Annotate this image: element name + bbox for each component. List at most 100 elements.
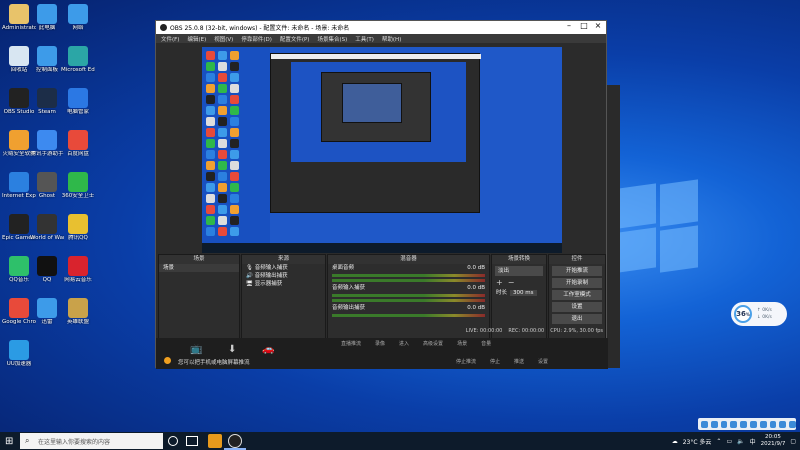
start-recording-button[interactable]: 开始录制 xyxy=(552,278,602,288)
nested-obs-window xyxy=(270,53,481,213)
desktop-icon[interactable]: 迅雷 xyxy=(30,298,64,325)
source-item[interactable]: 🎙 音频输入捕获 xyxy=(242,264,325,272)
desktop-icon-label: 迅雷 xyxy=(41,319,53,325)
desktop-icon[interactable]: 电脑管家 xyxy=(61,88,95,115)
tray-app-icon xyxy=(769,420,777,428)
mixer-track: 音频输出捕获 0.0 dB xyxy=(328,304,489,317)
desktop-icon[interactable]: 网易云音乐 xyxy=(61,256,95,283)
app-icon xyxy=(37,214,57,234)
chevron-up-icon[interactable]: ⌃ xyxy=(716,438,721,445)
notification-icon[interactable]: ▢ xyxy=(790,438,796,445)
menu-item[interactable]: 视图(V) xyxy=(214,35,233,43)
add-icon[interactable]: + xyxy=(496,278,503,287)
app-icon xyxy=(9,4,29,24)
obs-preview[interactable] xyxy=(202,47,562,253)
menu-item[interactable]: 编辑(E) xyxy=(187,35,206,43)
desktop-icon[interactable]: 英雄联盟 xyxy=(61,298,95,325)
tv-icon: 📺 xyxy=(190,344,203,355)
exit-button[interactable]: 退出 xyxy=(552,314,602,324)
transitions-title: 场景转换 xyxy=(492,255,546,264)
desktop-icon-label: UU加速器 xyxy=(6,361,32,367)
network-icon[interactable]: ▭ xyxy=(726,438,732,445)
app-icon xyxy=(68,172,88,192)
obs-title: OBS 25.0.8 (32-bit, windows) - 配置文件: 未命名… xyxy=(170,25,350,32)
ime-indicator[interactable]: 中 xyxy=(750,437,756,446)
tray-app-icon xyxy=(730,420,738,428)
settings-button[interactable]: 设置 xyxy=(552,302,602,312)
desktop-icon[interactable]: UU加速器 xyxy=(2,340,36,367)
mixer-track: 桌面音频 0.0 dB xyxy=(328,264,489,282)
desktop-icon[interactable]: Microsoft Edge xyxy=(61,46,95,73)
preview-taskbar xyxy=(202,243,562,253)
sources-title: 来源 xyxy=(242,255,325,264)
menu-item[interactable]: 停靠部件(D) xyxy=(241,35,272,43)
app-icon xyxy=(37,46,57,66)
app-icon xyxy=(68,298,88,318)
start-streaming-button[interactable]: 开始推流 xyxy=(552,266,602,276)
rec-status: REC: 00:00:00 xyxy=(508,328,545,334)
desktop-icon[interactable]: 控制面板 xyxy=(30,46,64,73)
taskbar-obs-icon[interactable] xyxy=(228,434,242,448)
tray-app-icon xyxy=(720,420,728,428)
mixer-track: 音频输入捕获 0.0 dB xyxy=(328,284,489,302)
tray-overflow-strip xyxy=(698,418,796,430)
desktop-icon[interactable]: 腾讯QQ xyxy=(61,214,95,241)
tray-app-icon xyxy=(749,420,757,428)
obs-lower-panel: 直播推流 录像 进入 高级设置 场景 音量 停止推流 停止 推送 设置 📺 ⬇ 🚗 您可以把手机… xyxy=(156,338,608,369)
app-icon xyxy=(68,256,88,276)
app-icon xyxy=(9,298,29,318)
duration-input[interactable]: 300 ms xyxy=(510,290,537,296)
desktop-icon[interactable]: Ghost xyxy=(30,172,64,199)
scenes-title: 场景 xyxy=(159,255,239,264)
desktop-icon-label: 此电脑 xyxy=(38,25,56,31)
lower-label: 高级设置 xyxy=(423,341,444,347)
download-rate: ↓ 0K/s xyxy=(757,315,772,320)
start-icon[interactable]: ⊞ xyxy=(5,436,13,447)
app-icon xyxy=(68,46,88,66)
weather-text[interactable]: 23°C 多云 xyxy=(683,437,712,446)
desktop-icon[interactable]: QQ xyxy=(30,256,64,283)
multitask-icon[interactable] xyxy=(186,436,198,446)
app-icon xyxy=(37,298,57,318)
clock[interactable]: 20:05 2021/9/7 xyxy=(761,434,786,448)
menu-item[interactable]: 配置文件(P) xyxy=(280,35,310,43)
maximize-icon[interactable]: □ xyxy=(577,21,591,30)
tray-app-icon xyxy=(779,420,787,428)
desktop-icon[interactable]: 360安全卫士 xyxy=(61,172,95,199)
minimize-icon[interactable]: – xyxy=(562,21,576,30)
source-item[interactable]: 🖥 显示器捕获 xyxy=(242,280,325,288)
desktop-icon[interactable]: 腾讯手游助手 xyxy=(30,130,64,157)
menu-item[interactable]: 文件(F) xyxy=(161,35,179,43)
controls-title: 控件 xyxy=(549,255,605,264)
tray-app-icon xyxy=(789,420,796,428)
source-item[interactable]: 🔊 音频输出捕获 xyxy=(242,272,325,280)
desktop-icon[interactable]: 百度网盘 xyxy=(61,130,95,157)
app-icon xyxy=(9,214,29,234)
remove-icon[interactable]: − xyxy=(508,278,515,287)
volume-icon[interactable]: 🔈 xyxy=(737,438,744,445)
close-icon[interactable]: × xyxy=(591,21,605,30)
network-speed-widget[interactable]: 36% ↑ 0K/s ↓ 0K/s xyxy=(731,302,787,326)
cpu-status: CPU: 2.9%, 30.00 fps xyxy=(550,328,603,334)
desktop-icon[interactable]: World of Warcraft xyxy=(30,214,64,241)
search-input[interactable]: ⌕ 在这里输入你要搜索的内容 xyxy=(20,433,163,449)
task-view-icon[interactable] xyxy=(168,436,178,446)
app-icon xyxy=(37,88,57,108)
desktop-icon-label: World of Warcraft xyxy=(30,235,64,241)
app-icon xyxy=(68,214,88,234)
desktop-icon[interactable]: 网络 xyxy=(61,4,95,31)
menu-item[interactable]: 工具(T) xyxy=(355,35,374,43)
menu-item[interactable]: 帮助(H) xyxy=(382,35,401,43)
taskbar-app-icon[interactable] xyxy=(208,434,222,448)
menu-item[interactable]: 场景集合(S) xyxy=(317,35,347,43)
notice-icon xyxy=(164,357,171,364)
obs-titlebar[interactable]: OBS 25.0.8 (32-bit, windows) - 配置文件: 未命名… xyxy=(156,21,606,34)
obs-window[interactable]: OBS 25.0.8 (32-bit, windows) - 配置文件: 未命名… xyxy=(155,20,608,369)
desktop-icon-label: Steam xyxy=(38,109,56,115)
scene-item[interactable]: 场景 xyxy=(159,264,239,272)
desktop-icon[interactable]: Steam xyxy=(30,88,64,115)
studio-mode-button[interactable]: 工作室模式 xyxy=(552,290,602,300)
lower-label: 录像 xyxy=(375,341,386,347)
transition-select[interactable]: 淡出 xyxy=(495,266,543,276)
desktop-icon[interactable]: 此电脑 xyxy=(30,4,64,31)
